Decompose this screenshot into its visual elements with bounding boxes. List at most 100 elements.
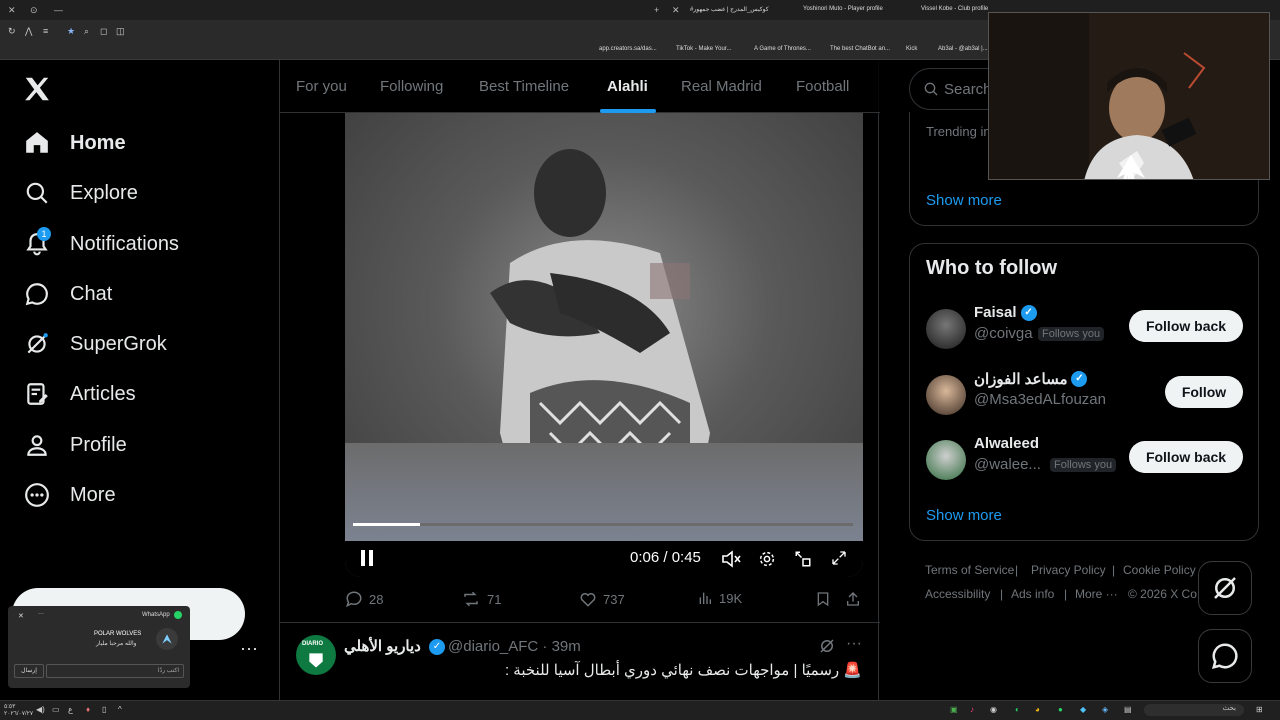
network-icon[interactable]: ▭	[52, 705, 60, 714]
repost-button[interactable]: 71	[461, 590, 501, 608]
nav-notifications[interactable]: 1 Notifications	[24, 224, 179, 264]
close-window-icon[interactable]: ✕	[8, 5, 16, 16]
footer-link[interactable]: Privacy Policy	[1031, 563, 1106, 577]
video-progress-bar[interactable]	[353, 523, 853, 526]
nav-supergrok[interactable]: SuperGrok	[24, 324, 167, 364]
tiktok-icon[interactable]: ♪	[970, 705, 974, 714]
follow-suggestion[interactable]: Faisal ✓ @coivga Follows you Follow back	[910, 304, 1260, 354]
send-button[interactable]: إرسال	[14, 664, 44, 678]
language-icon[interactable]: ع	[68, 705, 73, 714]
messages-float-button[interactable]	[1198, 629, 1252, 683]
footer-link[interactable]: Ads info	[1011, 587, 1054, 601]
browser-tab[interactable]: Vissel Kobe - Club profile	[921, 6, 988, 12]
nav-profile[interactable]: Profile	[24, 425, 127, 465]
whatsapp-icon[interactable]: ◐	[1015, 705, 1020, 714]
windows-start-icon[interactable]: ⊞	[1256, 705, 1263, 714]
follow-button[interactable]: Follow	[1165, 376, 1243, 408]
bookmark[interactable]: A Game of Thrones...	[754, 46, 811, 52]
avatar[interactable]	[926, 375, 966, 415]
tab-alahli[interactable]: Alahli	[607, 60, 648, 113]
trending-text[interactable]: Trending in	[926, 124, 991, 139]
avatar[interactable]: DIARIO	[296, 635, 336, 675]
mute-icon[interactable]	[722, 550, 742, 572]
app-icon[interactable]: ●	[1058, 705, 1063, 714]
footer-link[interactable]: Cookie Policy	[1123, 563, 1196, 577]
reply-input[interactable]: اكتب ردًا	[46, 664, 184, 678]
follow-back-button[interactable]: Follow back	[1129, 441, 1243, 473]
close-icon[interactable]: ✕	[18, 612, 24, 620]
nav-home[interactable]: Home	[24, 123, 126, 163]
extension-icon[interactable]: ⌕	[84, 26, 89, 37]
user-name[interactable]: Faisal ✓	[974, 304, 1037, 321]
app-icon[interactable]: ◉	[990, 705, 997, 714]
like-button[interactable]: 737	[579, 590, 625, 608]
video-player[interactable]: 0:06 / 0:45	[345, 113, 863, 577]
user-name[interactable]: مساعد الفوزان ✓	[974, 370, 1088, 388]
bookmark[interactable]: The best ChatBot an...	[830, 46, 890, 52]
minimize-icon[interactable]: —	[54, 5, 63, 15]
tray-icon[interactable]: ▯	[102, 705, 106, 714]
chevron-up-icon[interactable]: ^	[118, 705, 122, 714]
clock[interactable]: ٥:٥٣ ٢٠٢٦/٠٧/٢٧	[4, 703, 33, 717]
avatar[interactable]	[926, 309, 966, 349]
pause-icon[interactable]	[360, 550, 374, 570]
back-icon[interactable]: ↻	[8, 26, 16, 37]
show-more-link[interactable]: Show more	[926, 507, 1002, 524]
follow-suggestion[interactable]: مساعد الفوزان ✓ @Msa3edALfouzan Follow	[910, 370, 1260, 420]
views-button[interactable]: 19K	[697, 590, 742, 606]
extension-icon[interactable]: ⋀	[25, 26, 32, 37]
video-frame[interactable]	[345, 113, 863, 543]
picture-in-picture-icon[interactable]	[794, 550, 812, 572]
browser-menu-icon[interactable]: ⊙	[30, 5, 38, 16]
app-icon[interactable]: ▣	[950, 705, 958, 714]
bookmark[interactable]: Kick	[906, 46, 917, 52]
bookmark[interactable]: Ab3al - @ab3al |...	[938, 46, 988, 52]
more-options-icon[interactable]: ···	[846, 635, 862, 653]
follow-back-button[interactable]: Follow back	[1129, 310, 1243, 342]
tab-for-you[interactable]: For you	[296, 60, 347, 113]
footer-link[interactable]: Accessibility	[925, 587, 990, 601]
tab-following[interactable]: Following	[380, 60, 443, 113]
new-tab-icon[interactable]: +	[654, 5, 659, 15]
user-name[interactable]: Alwaleed	[974, 435, 1039, 452]
tab-close-icon[interactable]: ✕	[672, 5, 680, 16]
reply-button[interactable]: 28	[345, 590, 383, 608]
bookmark-icon[interactable]	[815, 590, 831, 608]
footer-link[interactable]: Terms of Service	[925, 563, 1014, 577]
show-more-link[interactable]: Show more	[926, 192, 1002, 209]
grok-float-button[interactable]	[1198, 561, 1252, 615]
nav-articles[interactable]: Articles	[24, 374, 136, 414]
taskbar-search[interactable]: بحث	[1144, 704, 1244, 716]
settings-gear-icon[interactable]	[758, 550, 776, 572]
follow-suggestion[interactable]: Alwaleed @walee... Follows you Follow ba…	[910, 435, 1260, 485]
chrome-icon[interactable]: ◕	[1035, 705, 1040, 714]
share-icon[interactable]	[845, 590, 861, 608]
app-icon[interactable]: ◈	[1102, 705, 1108, 714]
tab-football[interactable]: Football	[796, 60, 849, 113]
user-handle[interactable]: @walee...	[974, 456, 1041, 473]
tab-best-timeline[interactable]: Best Timeline	[479, 60, 569, 113]
browser-tab[interactable]: #كوكيس_المدرج | غضب جمهور	[690, 6, 769, 13]
app-icon[interactable]: ◆	[1080, 705, 1086, 714]
microphone-icon[interactable]: ♦	[86, 705, 90, 714]
user-handle[interactable]: @coivga	[974, 325, 1033, 342]
tab-real-madrid[interactable]: Real Madrid	[681, 60, 762, 113]
x-logo-icon[interactable]	[22, 74, 52, 104]
nav-explore[interactable]: Explore	[24, 173, 138, 213]
whatsapp-notification[interactable]: ✕ ··· WhatsApp POLAR WOLVES والله مرحبا …	[8, 606, 190, 688]
next-tweet[interactable]: DIARIO دياريو الأهلي ✓ @diario_AFC · 39m…	[280, 622, 880, 700]
nav-more[interactable]: More	[24, 475, 116, 515]
menu-dots-icon[interactable]: ···	[38, 611, 44, 617]
extension-icon[interactable]: ≡	[43, 26, 48, 36]
grok-icon[interactable]	[818, 637, 836, 660]
bookmark[interactable]: TikTok - Make Your...	[676, 46, 731, 52]
extension-icon[interactable]: ◻	[100, 26, 107, 37]
avatar[interactable]	[926, 440, 966, 480]
tweet-handle[interactable]: @diario_AFC · 39m	[448, 638, 581, 655]
volume-icon[interactable]: ◀)	[36, 705, 45, 714]
fullscreen-icon[interactable]	[831, 550, 847, 570]
footer-more-link[interactable]: More ···	[1075, 587, 1118, 601]
bookmark[interactable]: app.creators.sa/das...	[599, 46, 657, 52]
browser-tab[interactable]: Yoshinori Muto - Player profile	[803, 6, 883, 12]
bookmark-star-icon[interactable]: ★	[67, 26, 75, 37]
